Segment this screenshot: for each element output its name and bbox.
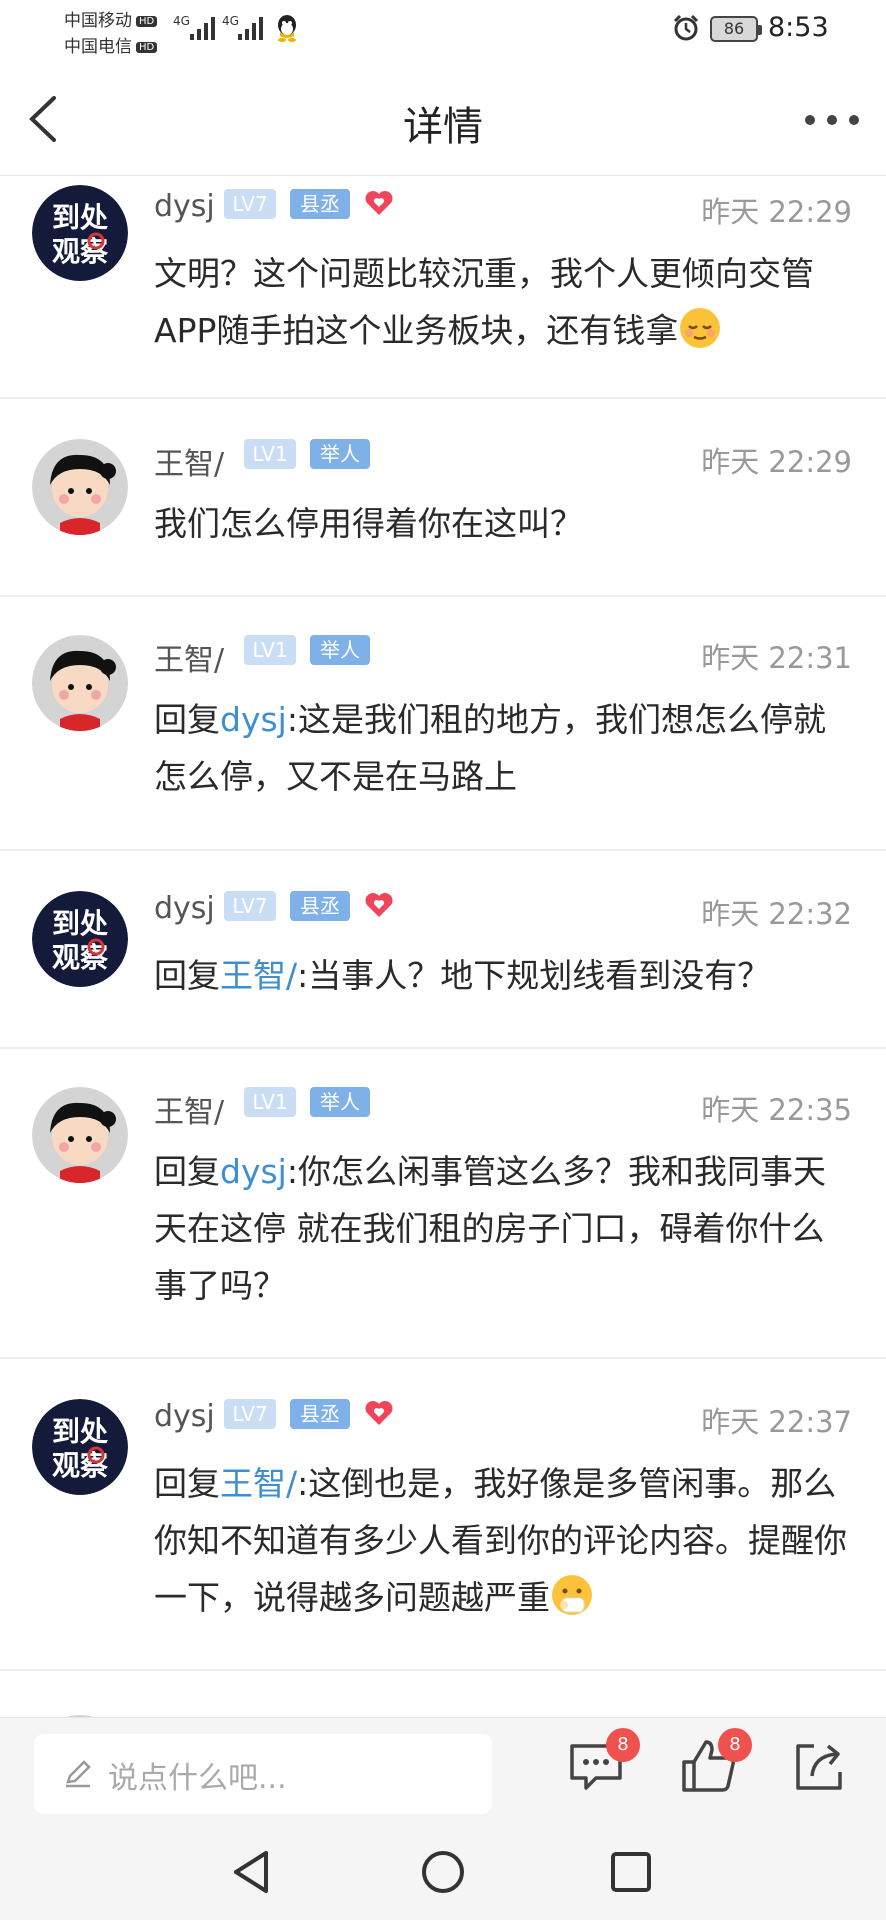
level-badge: LV7	[224, 189, 276, 219]
heart-icon	[365, 191, 393, 215]
timestamp: 昨天 22:37	[701, 1405, 852, 1439]
username[interactable]: 王智/	[154, 439, 224, 483]
relieved-face-icon	[680, 308, 721, 348]
system-navigation-bar	[0, 1825, 886, 1920]
role-badge: 举人	[310, 635, 370, 665]
comment-input[interactable]: 说点什么吧...	[34, 1734, 492, 1814]
system-home-icon[interactable]	[418, 1847, 468, 1897]
comment-action-bar: 说点什么吧... 8 8	[0, 1717, 886, 1825]
comment-text: 回复王智/:当事人？地下规划线看到没有？	[154, 956, 771, 995]
role-badge: 县丞	[290, 1399, 350, 1429]
comment-item[interactable]: 到处 观察 dysj LV7 县丞 昨天 22:37 回复王智/:这倒也是，我好…	[0, 1359, 886, 1671]
qq-icon	[278, 15, 296, 42]
svg-text:观察: 观察	[52, 941, 109, 974]
hush-face-icon	[552, 1575, 592, 1615]
top-nav-bar: 详情	[0, 62, 886, 176]
avatar[interactable]: 到处 观察	[32, 891, 128, 987]
like-count-badge: 8	[718, 1728, 752, 1762]
username[interactable]: 王智/	[154, 635, 224, 679]
timestamp: 昨天 22:32	[701, 897, 852, 931]
level-badge: LV7	[224, 1399, 276, 1429]
comment-item[interactable]: 到处 观察 dysj LV7 县丞 昨天 22:29 文明？这个问题比较沉重，我…	[0, 177, 886, 399]
username[interactable]: dysj	[154, 189, 215, 224]
avatar[interactable]: 到处 观察	[32, 185, 128, 281]
svg-text:观察: 观察	[52, 1449, 109, 1482]
pen-icon	[66, 1760, 91, 1788]
comment-item[interactable]: 到处 观察 dysj LV7 县丞 昨天 22:32 回复王智/:当事人？地下规…	[0, 851, 886, 1049]
level-badge: LV1	[244, 1087, 296, 1117]
timestamp: 昨天 22:35	[701, 1093, 852, 1127]
timestamp: 昨天 22:31	[701, 641, 852, 675]
username[interactable]: dysj	[154, 1399, 215, 1434]
role-badge: 县丞	[290, 189, 350, 219]
svg-text:到处: 到处	[52, 201, 108, 234]
role-badge: 举人	[310, 1087, 370, 1117]
heart-icon	[365, 893, 393, 917]
status-bar: 中国移动 HD 中国电信 HD 4G 4G 86 8:53	[0, 0, 886, 62]
comment-item[interactable]: 王智/ LV1 举人 昨天 22:29 我们怎么停用得着你在这叫？	[0, 399, 886, 597]
comment-text: 我们怎么停用得着你在这叫？	[154, 504, 583, 543]
comment-text: 回复dysj:你怎么闲事管这么多？我和我同事天天在这停 就在我们租的房子门口，碍…	[154, 1152, 826, 1305]
network-type-1: 4G	[173, 14, 190, 28]
mention-link[interactable]: 王智/	[220, 956, 297, 995]
signal-icon	[190, 14, 215, 40]
svg-text:到处: 到处	[52, 1415, 108, 1448]
more-dots-icon[interactable]	[802, 110, 862, 130]
avatar[interactable]	[32, 1087, 128, 1183]
username[interactable]: dysj	[154, 891, 215, 926]
page-title: 详情	[403, 104, 483, 150]
system-recents-icon[interactable]	[606, 1847, 656, 1897]
comment-item[interactable]: 王智/ LV1 举人 昨天 22:35 回复dysj:你怎么闲事管这么多？我和我…	[0, 1049, 886, 1359]
svg-text:到处: 到处	[52, 907, 108, 940]
level-badge: LV1	[244, 439, 296, 469]
level-badge: LV1	[244, 635, 296, 665]
heart-icon	[365, 1401, 393, 1425]
battery-indicator: 86	[710, 16, 762, 42]
comment-text: 回复dysj:这是我们租的地方，我们想怎么停就怎么停，又不是在马路上	[154, 700, 826, 796]
mention-link[interactable]: dysj	[220, 1152, 287, 1191]
comment-item[interactable]: 王智/ LV1 举人 昨天 22:31 回复dysj:这是我们租的地方，我们想怎…	[0, 597, 886, 851]
mention-link[interactable]: dysj	[220, 700, 287, 739]
role-badge: 举人	[310, 439, 370, 469]
carrier-1: 中国移动 HD	[64, 6, 158, 31]
avatar[interactable]: 到处 观察	[32, 1399, 128, 1495]
timestamp: 昨天 22:29	[701, 445, 852, 479]
network-type-2: 4G	[222, 14, 239, 28]
comment-count-badge: 8	[606, 1728, 640, 1762]
level-badge: LV7	[224, 891, 276, 921]
comment-text: 文明？这个问题比较沉重，我个人更倾向交管APP随手拍这个业务板块，还有钱拿	[154, 254, 814, 350]
avatar[interactable]	[32, 439, 128, 535]
role-badge: 县丞	[290, 891, 350, 921]
username[interactable]: 王智/	[154, 1087, 224, 1131]
clock: 8:53	[768, 12, 829, 43]
timestamp: 昨天 22:29	[701, 195, 852, 229]
comment-placeholder: 说点什么吧...	[108, 1761, 287, 1796]
carrier-2: 中国电信 HD	[64, 32, 158, 57]
mention-link[interactable]: 王智/	[220, 1464, 297, 1503]
svg-text:观察: 观察	[52, 235, 109, 268]
comment-item-partial[interactable]	[0, 1671, 886, 1717]
system-back-icon[interactable]	[228, 1847, 278, 1897]
share-icon[interactable]	[790, 1736, 850, 1796]
comment-list: 到处 观察 dysj LV7 县丞 昨天 22:29 文明？这个问题比较沉重，我…	[0, 177, 886, 1717]
alarm-icon	[673, 14, 699, 41]
signal-icon-2	[238, 14, 263, 40]
comment-text: 回复王智/:这倒也是，我好像是多管闲事。那么你知不知道有多少人看到你的评论内容。…	[154, 1464, 847, 1617]
avatar[interactable]	[32, 635, 128, 731]
